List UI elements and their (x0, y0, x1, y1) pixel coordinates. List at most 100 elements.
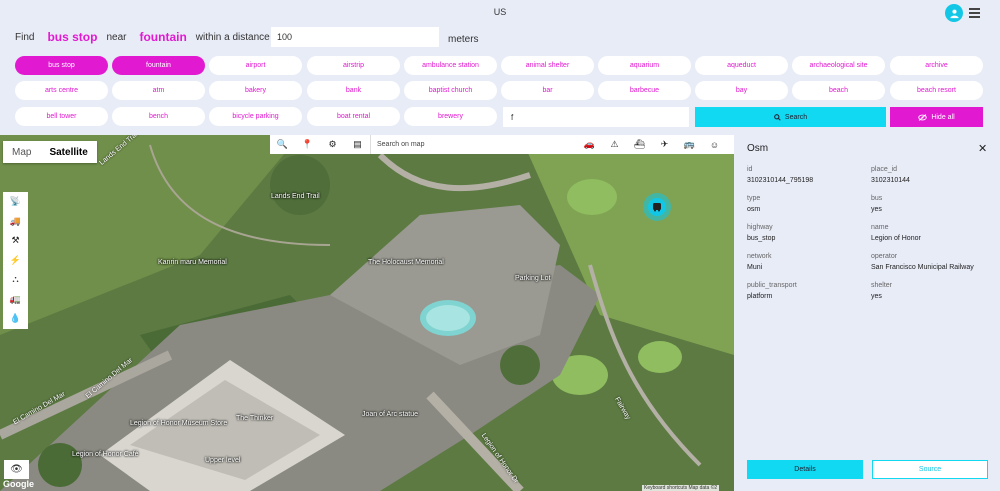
distance-input[interactable] (271, 27, 439, 47)
satellite-imagery (0, 135, 734, 491)
map-type-satellite[interactable]: Satellite (40, 141, 96, 163)
property-value: 3102310144_795198 (747, 177, 814, 184)
settings-gear-icon[interactable]: ⚙ (320, 135, 345, 154)
search-button-label: Search (784, 113, 808, 121)
ship-icon[interactable]: ⛴ (627, 135, 652, 154)
category-chip[interactable]: bicycle parking (209, 107, 302, 126)
location-pin-icon[interactable]: 📍 (295, 135, 320, 154)
category-chip[interactable]: bakery (209, 81, 302, 100)
property-value: Legion of Honor (871, 235, 921, 242)
user-avatar[interactable] (945, 4, 963, 22)
category-chip[interactable]: animal shelter (501, 56, 594, 75)
property-item: operator San Francisco Municipal Railway (871, 253, 974, 271)
hide-all-button[interactable]: Hide all (890, 107, 983, 127)
top-bar: US (0, 0, 1000, 26)
map-place-label: Parking Lot (515, 275, 551, 282)
map-place-label: The Thinker (236, 415, 274, 422)
warning-icon[interactable]: ⚠ (602, 135, 627, 154)
map-place-label: Joan of Arc statue (362, 411, 419, 418)
hide-all-label: Hide all (931, 113, 955, 121)
category-chip[interactable]: archive (890, 56, 983, 75)
country-label: US (493, 7, 507, 17)
property-item: id 3102310144_795198 (747, 166, 813, 184)
category-chip[interactable]: archaeological site (792, 56, 885, 75)
panel-title: Osm (747, 143, 769, 154)
category-chip[interactable]: aquarium (598, 56, 691, 75)
eye-icon[interactable]: 👁 (4, 460, 29, 479)
property-key: public_transport (747, 282, 797, 289)
property-key: place_id (871, 166, 898, 173)
crossed-tools-icon[interactable]: ⚒ (3, 231, 28, 251)
property-item: public_transport platform (747, 282, 797, 300)
category-chip[interactable]: beach resort (890, 81, 983, 100)
property-value: platform (747, 293, 773, 300)
category-chip[interactable]: airport (209, 56, 302, 75)
property-value: Muni (747, 264, 763, 271)
find-label: Find (15, 31, 35, 43)
category-chip[interactable]: arts centre (15, 81, 108, 100)
face-icon[interactable]: ☺ (702, 135, 727, 154)
lightning-icon[interactable]: ⚡ (3, 251, 28, 271)
map-view[interactable]: Map Satellite 🔍 📍 ⚙ ▤ Search on map 🚗 ⚠ … (0, 135, 734, 491)
category-chip[interactable]: boat rental (307, 107, 400, 126)
map-search-input[interactable]: Search on map (370, 135, 577, 154)
property-key: type (747, 195, 761, 202)
query-sentence: Find bus stop near fountain within a dis… (15, 27, 285, 47)
map-place-label: Upper level (205, 457, 241, 464)
antenna-icon[interactable]: 📡 (3, 192, 28, 212)
category-chip[interactable]: bell tower (15, 107, 108, 126)
category-chip[interactable]: bay (695, 81, 788, 100)
map-place-label: Lands End Trail (271, 193, 320, 200)
category-chip[interactable]: fountain (112, 56, 205, 75)
map-place-label: Kanrin maru Memorial (158, 259, 227, 266)
category-chip[interactable]: bar (501, 81, 594, 100)
property-item: place_id 3102310144 (871, 166, 910, 184)
map-place-label: Legion of Honor Museum Store (130, 420, 228, 427)
property-item: bus yes (871, 195, 882, 213)
property-item: highway bus_stop (747, 224, 775, 242)
category-chip[interactable]: barbecue (598, 81, 691, 100)
category-chip[interactable]: bench (112, 107, 205, 126)
category-chip[interactable]: atm (112, 81, 205, 100)
zoom-search-icon[interactable]: 🔍 (270, 135, 295, 154)
selected-bus-stop-marker[interactable] (643, 193, 671, 221)
near-label: near (106, 31, 127, 43)
category-chip[interactable]: beach (792, 81, 885, 100)
map-attribution[interactable]: Keyboard shortcuts Map data ©2 (642, 485, 720, 491)
property-item: type osm (747, 195, 760, 213)
meters-label: meters (448, 34, 479, 45)
eye-off-icon (918, 113, 928, 121)
details-button[interactable]: Details (747, 460, 863, 479)
category-chip[interactable]: aqueduct (695, 56, 788, 75)
truck-icon[interactable]: 🚚 (3, 212, 28, 232)
layers-icon[interactable]: ▤ (345, 135, 370, 154)
property-value: bus_stop (747, 235, 776, 242)
source-button[interactable]: Source (872, 460, 988, 479)
car-icon[interactable]: 🚗 (577, 135, 602, 154)
query-near: fountain (139, 30, 187, 44)
user-badge-icon (949, 9, 959, 18)
property-key: shelter (871, 282, 893, 289)
property-value: yes (871, 206, 882, 213)
category-chip[interactable]: bank (307, 81, 400, 100)
category-chip[interactable]: ambulance station (404, 56, 497, 75)
property-item: name Legion of Honor (871, 224, 921, 242)
close-icon[interactable]: ✕ (978, 142, 987, 155)
bus-icon[interactable]: 🚌 (677, 135, 702, 154)
airplane-icon[interactable]: ✈ (652, 135, 677, 154)
property-key: operator (871, 253, 898, 260)
category-chip[interactable]: bus stop (15, 56, 108, 75)
distance-label: within a distance of (195, 31, 281, 43)
delivery-truck-icon[interactable]: 🚛 (3, 290, 28, 310)
map-type-map[interactable]: Map (3, 141, 40, 163)
water-drop-icon[interactable]: 💧 (3, 309, 28, 329)
property-key: name (871, 224, 889, 231)
category-chip[interactable]: airstrip (307, 56, 400, 75)
category-chip[interactable]: baptist church (404, 81, 497, 100)
category-chip[interactable]: brewery (404, 107, 497, 126)
network-icon[interactable]: ⛬ (3, 270, 28, 290)
category-filter-input[interactable] (503, 107, 689, 127)
hamburger-icon[interactable] (969, 8, 980, 18)
map-place-label: Legion of Honor Café (72, 451, 139, 458)
search-button[interactable]: Search (695, 107, 886, 127)
